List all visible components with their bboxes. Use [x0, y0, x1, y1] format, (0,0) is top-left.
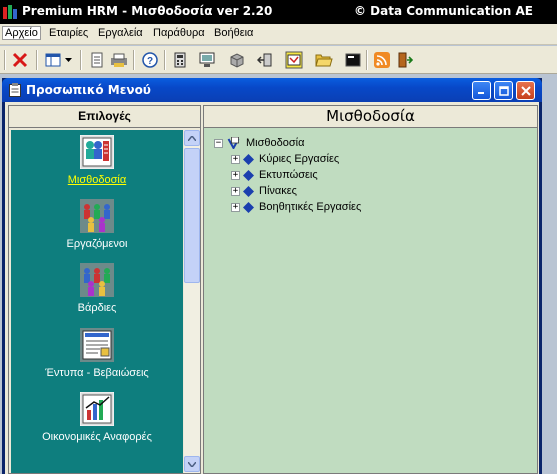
task-tree: − Μισθοδοσία + Κύριες Εργασίες + Εκτυπώσ… [204, 129, 537, 473]
shifts-icon [80, 263, 114, 297]
maximize-icon [498, 85, 509, 96]
menu-file[interactable]: Αρχείο [2, 26, 41, 40]
nav-item-label: Έντυπα - Βεβαιώσεις [45, 367, 149, 379]
expand-toggle[interactable]: + [231, 154, 240, 164]
financial-reports-icon [80, 392, 114, 426]
terminal-icon[interactable] [342, 49, 364, 71]
box-icon[interactable] [226, 49, 248, 71]
rss-icon[interactable] [371, 49, 393, 71]
tree-node-label: Κύριες Εργασίες [259, 153, 340, 165]
maximize-button[interactable] [494, 81, 513, 100]
toolbar: ? [0, 46, 557, 74]
tree-node-main-tasks[interactable]: + Κύριες Εργασίες [231, 151, 339, 167]
tree-node-label: Βοηθητικές Εργασίες [259, 201, 362, 213]
nav-item-forms[interactable]: Έντυπα - Βεβαιώσεις [11, 328, 183, 379]
expand-toggle[interactable]: + [231, 202, 240, 212]
tree-node-label: Μισθοδοσία [246, 137, 305, 149]
toolbar-separator [366, 50, 368, 70]
personal-menu-window: Προσωπικό Μενού Επιλογές Μισθοδοσία Εργα… [2, 78, 542, 474]
chevron-down-icon [188, 461, 196, 467]
chevron-up-icon [188, 135, 196, 141]
layout-icon[interactable] [42, 49, 64, 71]
app-window: Premium HRM - Μισθοδοσία ver 2.20 © Data… [0, 0, 557, 474]
toolbar-separator [164, 50, 166, 70]
exit-door-icon[interactable] [254, 49, 276, 71]
nav-item-employees[interactable]: Εργαζόμενοι [11, 199, 183, 250]
nav-item-financial-reports[interactable]: Οικονομικές Αναφορές [11, 392, 183, 443]
help-icon[interactable]: ? [139, 49, 161, 71]
close-window-button[interactable] [516, 81, 535, 100]
scroll-thumb[interactable] [184, 148, 200, 283]
toolbar-separator [80, 50, 82, 70]
scroll-up-button[interactable] [184, 130, 200, 146]
minimize-icon [478, 92, 484, 94]
content-pane: Μισθοδοσία − Μισθοδοσία + Κύριες Εργασίε… [203, 105, 538, 474]
tree-node-label: Πίνακες [259, 185, 297, 197]
root-node-icon [227, 137, 240, 149]
menu-help[interactable]: Βοήθεια [211, 27, 256, 39]
nav-item-payroll[interactable]: Μισθοδοσία [11, 135, 183, 186]
menu-tools[interactable]: Εργαλεία [95, 27, 146, 39]
collapse-toggle[interactable]: − [214, 138, 223, 148]
svg-text:?: ? [147, 56, 153, 67]
monitor-icon[interactable] [196, 49, 218, 71]
tree-node-auxiliary-tasks[interactable]: + Βοηθητικές Εργασίες [231, 199, 361, 215]
expand-toggle[interactable]: + [231, 170, 240, 180]
calculator-icon[interactable] [169, 49, 191, 71]
app-logo-icon [3, 5, 17, 19]
window-title: Προσωπικό Μενού [26, 83, 151, 97]
app-title-bar: Premium HRM - Μισθοδοσία ver 2.20 © Data… [0, 0, 557, 24]
toolbar-separator [36, 50, 38, 70]
toolbar-separator [4, 50, 6, 70]
diamond-icon [243, 153, 254, 165]
employees-icon [80, 199, 114, 233]
expand-toggle[interactable]: + [231, 186, 240, 196]
printer-icon[interactable] [108, 49, 130, 71]
close-icon[interactable] [9, 49, 31, 71]
dropdown-arrow-icon[interactable] [62, 49, 74, 71]
calendar-icon[interactable] [283, 49, 305, 71]
tree-node-label: Εκτυπώσεις [259, 169, 318, 181]
folder-open-icon[interactable] [313, 49, 335, 71]
toolbar-separator [133, 50, 135, 70]
scroll-down-button[interactable] [184, 456, 200, 472]
options-pane: Επιλογές Μισθοδοσία Εργαζόμενοι Βάρδιες … [8, 105, 201, 474]
diamond-icon [243, 169, 254, 181]
diamond-icon [243, 185, 254, 197]
window-body: Επιλογές Μισθοδοσία Εργαζόμενοι Βάρδιες … [5, 102, 539, 474]
menu-companies[interactable]: Εταιρίες [46, 27, 91, 39]
nav-item-label: Εργαζόμενοι [66, 238, 128, 250]
tree-node-tables[interactable]: + Πίνακες [231, 183, 297, 199]
content-header: Μισθοδοσία [204, 106, 537, 128]
app-title: Premium HRM - Μισθοδοσία ver 2.20 [22, 4, 273, 18]
app-copyright: © Data Communication AE [353, 4, 533, 18]
minimize-button[interactable] [472, 81, 491, 100]
window-title-bar[interactable]: Προσωπικό Μενού [2, 78, 542, 102]
forms-icon [80, 328, 114, 362]
options-scrollbar[interactable] [184, 130, 200, 473]
nav-item-shifts[interactable]: Βάρδιες [11, 263, 183, 314]
close-icon [520, 85, 531, 96]
tree-node-root[interactable]: − Μισθοδοσία [214, 135, 304, 151]
payroll-icon [80, 135, 114, 169]
nav-item-label: Μισθοδοσία [67, 174, 127, 186]
clipboard-icon [9, 83, 21, 97]
tree-node-prints[interactable]: + Εκτυπώσεις [231, 167, 318, 183]
options-header: Επιλογές [9, 106, 200, 128]
menu-bar: Αρχείο Εταιρίες Εργαλεία Παράθυρα Βοήθει… [0, 24, 557, 45]
nav-item-label: Οικονομικές Αναφορές [42, 431, 152, 443]
diamond-icon [243, 201, 254, 213]
nav-item-label: Βάρδιες [77, 302, 117, 314]
logout-icon[interactable] [394, 49, 416, 71]
options-list: Μισθοδοσία Εργαζόμενοι Βάρδιες Έντυπα - … [11, 130, 183, 473]
menu-windows[interactable]: Παράθυρα [150, 27, 208, 39]
document-icon[interactable] [86, 49, 108, 71]
